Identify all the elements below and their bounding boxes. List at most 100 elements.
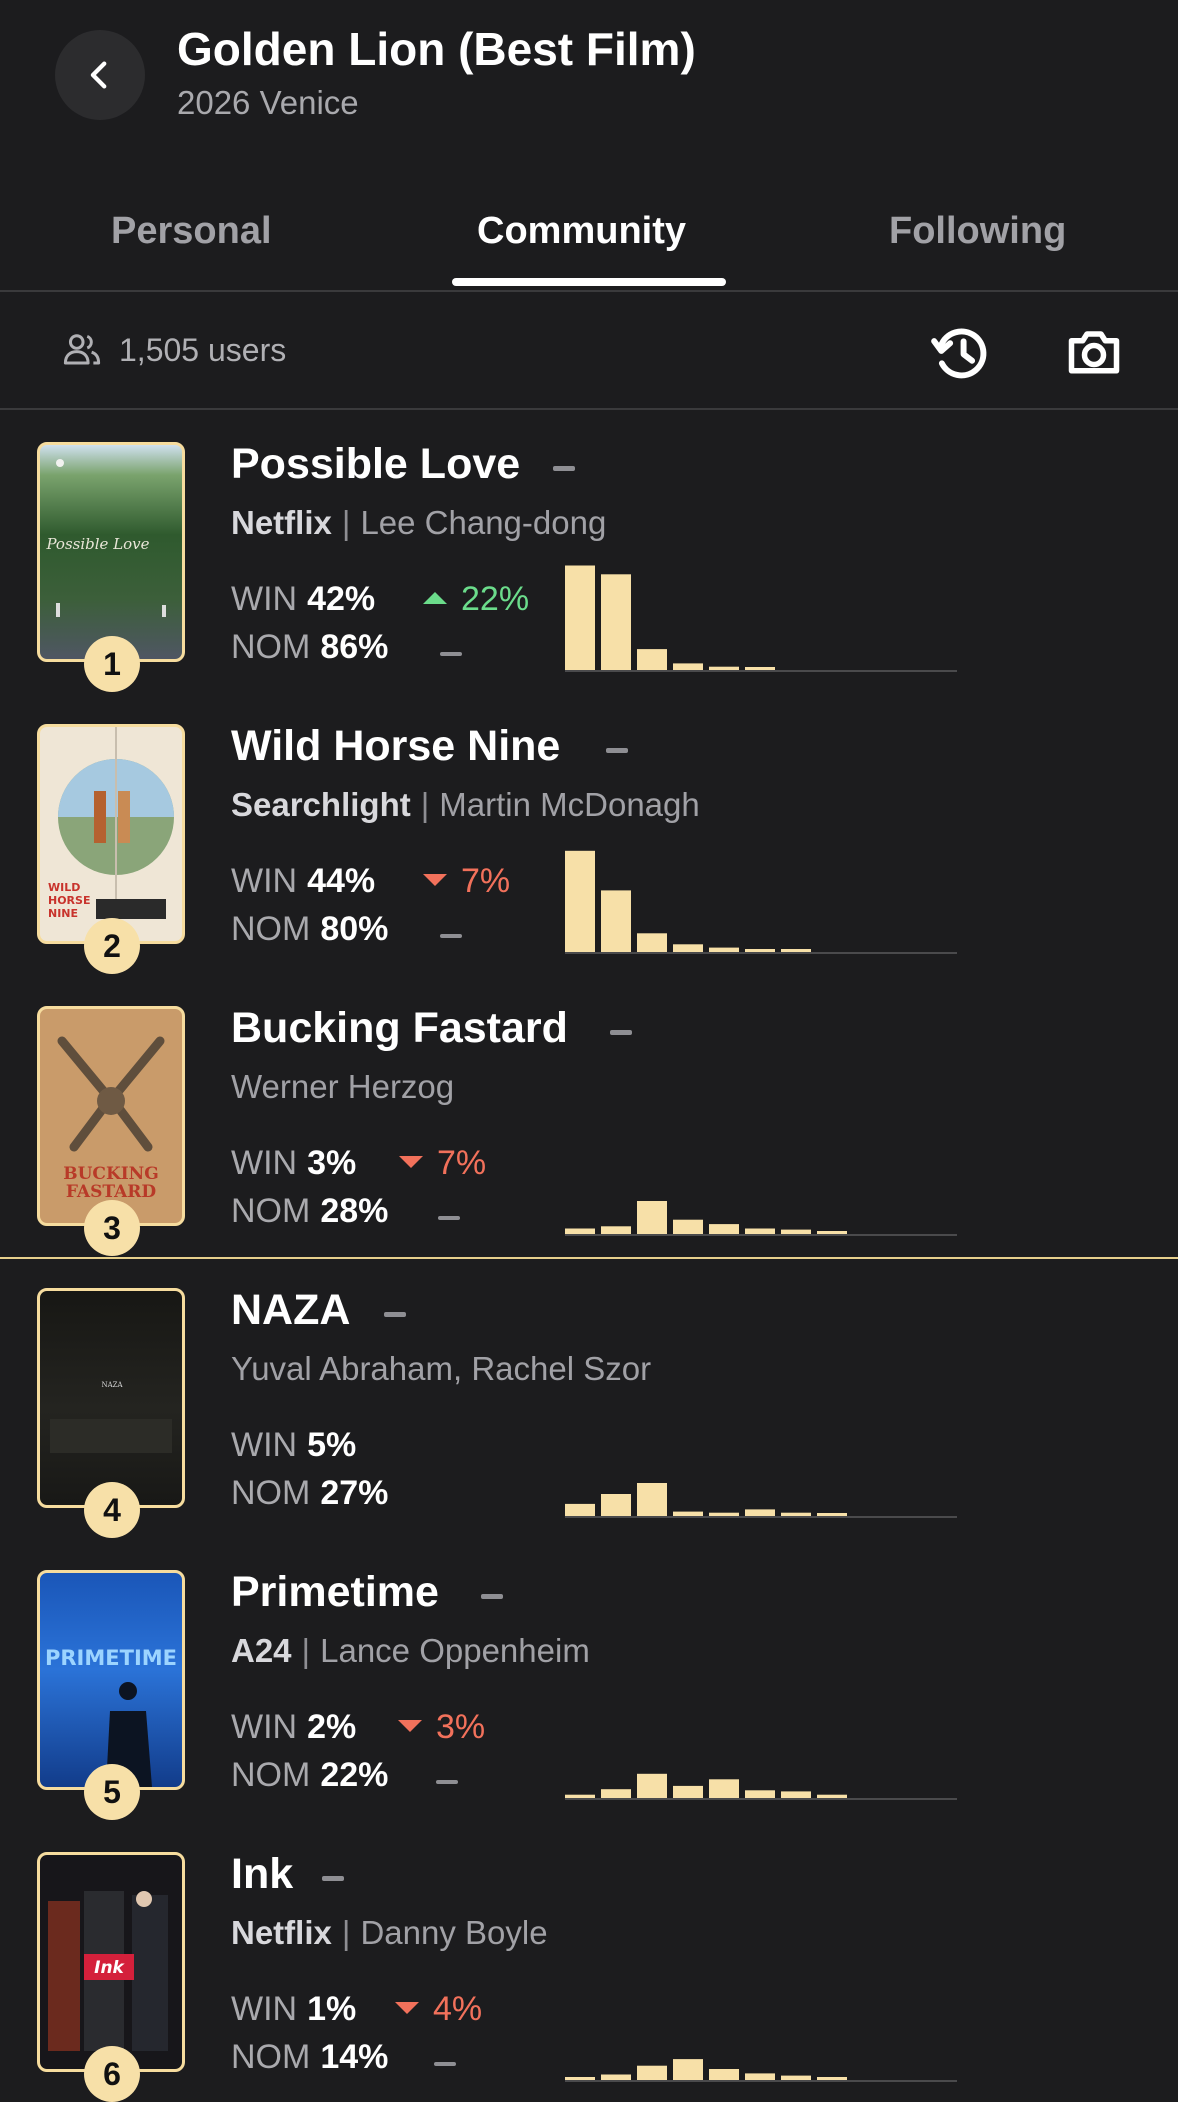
history-icon[interactable] <box>928 322 994 384</box>
back-button[interactable] <box>55 30 145 120</box>
chevron-left-icon <box>90 61 107 89</box>
nom-percent: 86% <box>320 628 389 666</box>
film-title: NAZA <box>231 1286 351 1334</box>
poster-art: WILD HORSE NINE <box>42 727 174 941</box>
no-change-dash <box>553 466 575 471</box>
poster-image: BUCKING FASTARD <box>37 1006 185 1226</box>
film-title: Ink <box>231 1850 294 1898</box>
arrow-up-icon <box>423 592 447 605</box>
rank-badge: 1 <box>84 636 140 692</box>
nom-percent: 27% <box>320 1474 389 1512</box>
distribution-bar <box>709 947 739 952</box>
poster-art: Ink <box>48 1891 168 2051</box>
distribution-bar <box>745 1509 775 1516</box>
director: Lance Oppenheim <box>320 1632 590 1669</box>
distribution-chart <box>565 565 957 672</box>
poster-image: Ink <box>37 1852 185 2072</box>
distribution-bar <box>745 667 775 670</box>
list-item[interactable]: PRIMETIME 5 Primetime A24 | Lance Oppenhei… <box>0 1538 1178 1820</box>
distribution-bar <box>781 2075 811 2080</box>
distribution-bar <box>709 666 739 670</box>
director: Lee Chang-dong <box>360 504 607 541</box>
no-change-dash <box>606 748 628 753</box>
distribution-bar <box>745 1790 775 1798</box>
win-percent: 44% <box>307 862 376 900</box>
rank-badge: 3 <box>84 1200 140 1256</box>
nom-stat: NOM 80% <box>231 910 389 948</box>
distribution-chart <box>565 1483 957 1518</box>
poster-art: NAZA <box>50 1381 172 1453</box>
distribution-bar <box>637 933 667 952</box>
win-change-value: 7% <box>437 1144 487 1182</box>
header: Golden Lion (Best Film) 2026 Venice <box>0 0 1178 150</box>
film-credits: Yuval Abraham, Rachel Szor <box>231 1350 651 1388</box>
arrow-down-icon <box>395 2002 419 2015</box>
director: Martin McDonagh <box>439 786 700 823</box>
svg-text:NAZA: NAZA <box>101 1381 123 1389</box>
distribution-bar <box>817 1231 847 1234</box>
tab-following[interactable]: Following <box>889 210 1066 253</box>
distribution-bar <box>673 1511 703 1516</box>
win-change-value: 3% <box>436 1708 486 1746</box>
distribution-bar <box>781 1791 811 1798</box>
active-tab-indicator <box>452 278 726 286</box>
win-stat: WIN 1% <box>231 1990 357 2028</box>
win-change-value: 4% <box>433 1990 483 2028</box>
rank-badge: 6 <box>84 2046 140 2102</box>
svg-text:PRIMETIME: PRIMETIME <box>45 1646 177 1670</box>
camera-icon[interactable] <box>1062 322 1126 382</box>
distribution-bar <box>781 1512 811 1516</box>
chart-baseline <box>565 1516 957 1518</box>
distribution-bar <box>637 649 667 670</box>
nom-percent: 28% <box>320 1192 389 1230</box>
distribution-bar <box>565 1503 595 1516</box>
no-change-dash <box>384 1312 406 1317</box>
win-percent: 1% <box>307 1990 357 2028</box>
distribution-bar <box>745 949 775 952</box>
distribution-bar <box>637 2065 667 2080</box>
distribution-bar <box>565 850 595 952</box>
separator: | <box>420 786 430 823</box>
distribution-bar <box>601 1494 631 1516</box>
distribution-bar <box>745 1228 775 1234</box>
win-percent: 42% <box>307 580 376 618</box>
tab-personal[interactable]: Personal <box>111 210 272 253</box>
chart-baseline <box>565 1798 957 1800</box>
chart-baseline <box>565 670 957 672</box>
poster-art: Possible Love <box>45 459 166 617</box>
nom-percent: 22% <box>320 1756 389 1794</box>
list-item[interactable]: BUCKING FASTARD 3 Bucking Fastard Werner… <box>0 974 1178 1256</box>
distribution-bar <box>709 1512 739 1516</box>
separator: | <box>301 1632 311 1669</box>
list-item[interactable]: Possible Love 1 Possible Love Netflix | Le… <box>0 410 1178 692</box>
win-stat: WIN 2% <box>231 1708 357 1746</box>
director: Yuval Abraham, Rachel Szor <box>231 1350 652 1387</box>
list-item[interactable]: WILD HORSE NINE 2 Wild Horse Nine Search… <box>0 692 1178 974</box>
arrow-down-icon <box>423 874 447 887</box>
distribution-bar <box>637 1773 667 1798</box>
separator: | <box>341 504 351 541</box>
no-change-dash <box>438 1216 460 1220</box>
distribution-bar <box>745 2073 775 2080</box>
rank-badge: 4 <box>84 1482 140 1538</box>
distribution-bar <box>601 1789 631 1798</box>
distribution-bar <box>673 944 703 952</box>
chart-baseline <box>565 1234 957 1236</box>
poster-image: WILD HORSE NINE <box>37 724 185 944</box>
nom-percent: 14% <box>320 2038 389 2076</box>
distribution-chart <box>565 850 957 954</box>
svg-text:WILD: WILD <box>48 881 80 894</box>
distribution-bar <box>817 2077 847 2080</box>
list-item[interactable]: NAZA 4 NAZA Yuval Abraham, Rachel Szor W… <box>0 1256 1178 1538</box>
director: Werner Herzog <box>231 1068 455 1105</box>
nom-percent: 80% <box>320 910 389 948</box>
arrow-down-icon <box>398 1720 422 1733</box>
distribution-chart <box>565 2059 957 2082</box>
no-change-dash <box>322 1876 344 1881</box>
list-item[interactable]: Ink 6 Ink Netflix | Danny Boyle WIN 1% 4% N… <box>0 1820 1178 2102</box>
nom-stat: NOM 86% <box>231 628 389 666</box>
arrow-down-icon <box>399 1156 423 1169</box>
tab-community[interactable]: Community <box>477 210 686 253</box>
distribution-bar <box>637 1483 667 1516</box>
distribution-bar <box>709 1224 739 1234</box>
